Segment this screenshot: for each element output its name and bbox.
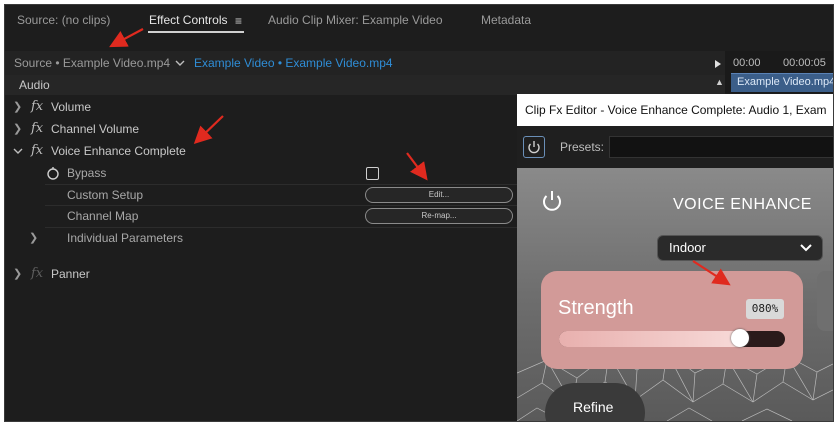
- arrow-to-effect-controls: [109, 28, 144, 48]
- arrow-to-voice-enhance: [193, 115, 224, 145]
- premiere-panel-window: Source: (no clips) Effect Controls ≡ Aud…: [4, 4, 834, 422]
- annotation-arrows: [109, 28, 731, 286]
- arrow-to-strength-value: [692, 260, 731, 286]
- arrow-to-edit-button: [406, 152, 428, 181]
